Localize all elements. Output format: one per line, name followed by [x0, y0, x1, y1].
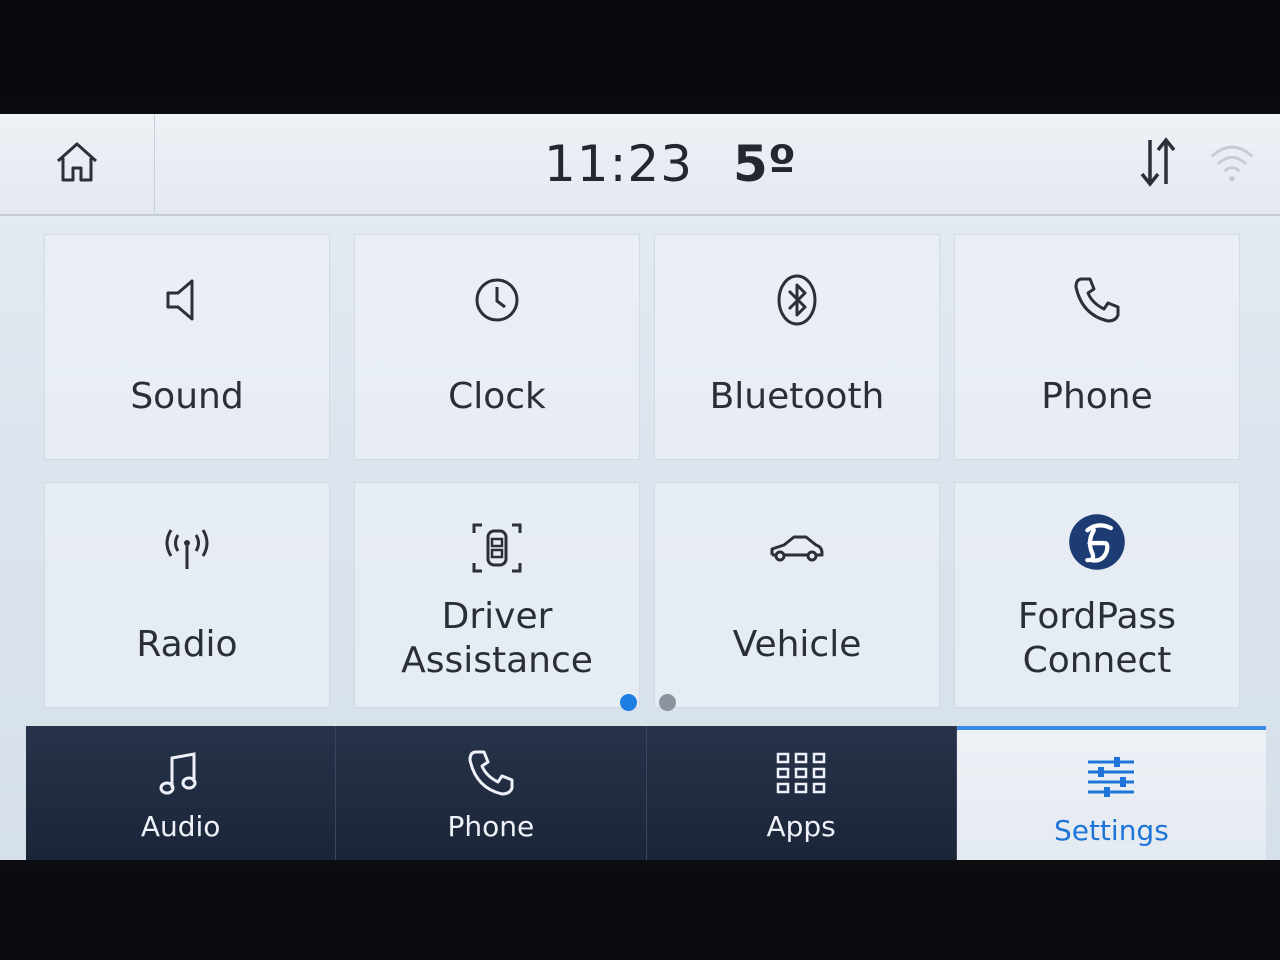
bluetooth-icon: [768, 271, 826, 333]
tile-fordpass-connect-label: FordPass Connect: [955, 595, 1239, 683]
home-button[interactable]: [0, 114, 155, 214]
nav-settings[interactable]: Settings: [956, 726, 1266, 860]
tile-fordpass-line2: Connect: [1022, 640, 1172, 681]
page-dot-2[interactable]: [659, 694, 676, 711]
nav-phone-label: Phone: [447, 810, 535, 843]
status-icons: [1136, 134, 1258, 194]
data-transfer-icon: [1136, 134, 1180, 194]
tile-driver-assistance-label: Driver Assistance: [355, 595, 639, 683]
tile-phone-label: Phone: [1041, 376, 1153, 417]
tile-sound-label: Sound: [130, 376, 244, 417]
tile-bluetooth[interactable]: Bluetooth: [654, 234, 940, 460]
tile-fordpass-line1: FordPass: [1017, 596, 1177, 637]
wifi-icon: [1206, 136, 1258, 192]
phone-icon: [464, 746, 518, 804]
home-icon: [52, 137, 102, 191]
tile-radio[interactable]: Radio: [44, 482, 330, 708]
nav-settings-label: Settings: [1053, 814, 1169, 847]
fordpass-logo-icon: [1066, 511, 1128, 577]
nav-audio-label: Audio: [140, 810, 221, 843]
car-icon: [764, 519, 830, 581]
phone-icon: [1068, 271, 1126, 333]
nav-apps[interactable]: Apps: [647, 726, 957, 860]
outside-temperature: 5º: [733, 135, 797, 193]
status-bar: 11:23 5º: [0, 114, 1280, 216]
bottom-navigation: Audio Phone Apps Settings: [26, 726, 1266, 860]
tile-driver-assistance[interactable]: Driver Assistance: [354, 482, 640, 708]
tile-vehicle[interactable]: Vehicle: [654, 482, 940, 708]
tile-clock-label: Clock: [448, 376, 546, 417]
clock-time: 11:23: [543, 135, 694, 193]
tile-vehicle-label: Vehicle: [732, 624, 862, 665]
settings-grid: Sound Clock Bluetooth Phone Radio Driver…: [44, 234, 1280, 708]
tile-fordpass-connect[interactable]: FordPass Connect: [954, 482, 1240, 708]
driver-assistance-icon: [468, 519, 526, 581]
music-note-icon: [154, 746, 208, 804]
clock-icon: [468, 271, 526, 333]
radio-antenna-icon: [158, 519, 216, 581]
tile-bluetooth-label: Bluetooth: [709, 376, 885, 417]
tile-clock[interactable]: Clock: [354, 234, 640, 460]
infotainment-screen: 11:23 5º Sound Clock Bluetooth Phone Rad…: [0, 114, 1280, 860]
tile-driver-assistance-line2: Assistance: [401, 640, 593, 681]
nav-apps-label: Apps: [766, 810, 836, 843]
page-dot-1[interactable]: [620, 694, 637, 711]
tile-driver-assistance-line1: Driver: [441, 596, 553, 637]
page-indicator: [620, 694, 676, 711]
tile-phone[interactable]: Phone: [954, 234, 1240, 460]
sliders-icon: [1084, 750, 1138, 808]
apps-grid-icon: [774, 746, 828, 804]
nav-phone[interactable]: Phone: [336, 726, 647, 860]
tile-radio-label: Radio: [136, 624, 238, 665]
speaker-icon: [158, 271, 216, 333]
tile-sound[interactable]: Sound: [44, 234, 330, 460]
status-center: 11:23 5º: [0, 114, 1280, 214]
nav-audio[interactable]: Audio: [26, 726, 337, 860]
